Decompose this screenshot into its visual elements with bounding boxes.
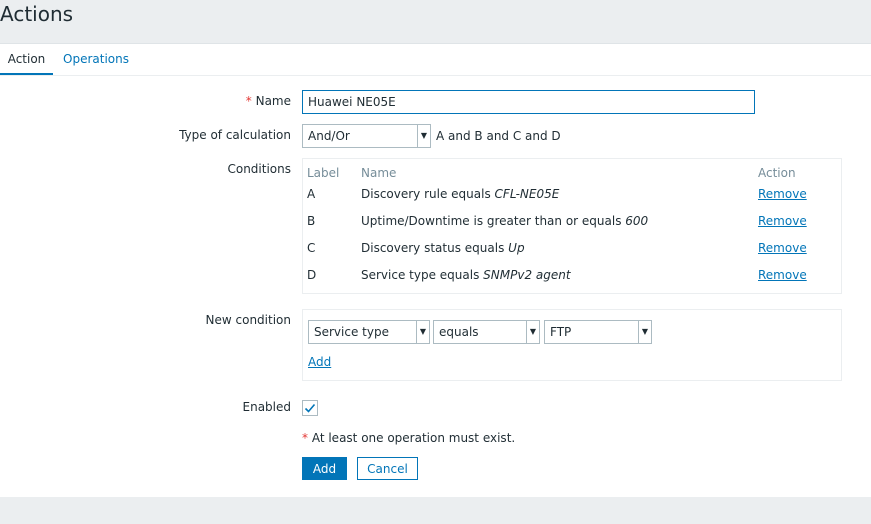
add-button[interactable]: Add xyxy=(302,457,347,480)
page-title: Actions xyxy=(0,2,74,26)
calc-select[interactable]: And/Or ▼ xyxy=(302,124,431,148)
condition-type-select[interactable]: Service type ▼ xyxy=(308,320,430,344)
required-mark: * xyxy=(302,431,308,445)
calc-formula: A and B and C and D xyxy=(436,129,561,143)
condition-operator-select[interactable]: equals ▼ xyxy=(433,320,540,344)
condition-b-remove[interactable]: Remove xyxy=(758,213,807,229)
conditions-header-name: Name xyxy=(361,166,397,180)
tab-action[interactable]: Action xyxy=(0,44,53,75)
new-condition-label: New condition xyxy=(205,313,291,327)
calc-label: Type of calculation xyxy=(179,128,291,142)
operation-required-note: * At least one operation must exist. xyxy=(302,430,515,446)
condition-operator-value: equals xyxy=(439,325,479,339)
required-mark: * xyxy=(245,94,252,108)
conditions-header-action: Action xyxy=(758,166,796,180)
condition-b-label: B xyxy=(307,214,316,228)
condition-c-name: Discovery status equals Up xyxy=(361,241,525,255)
note-text: At least one operation must exist. xyxy=(311,431,516,445)
tab-bar: Action Operations xyxy=(0,44,871,76)
condition-type-value: Service type xyxy=(314,325,389,339)
calc-select-value: And/Or xyxy=(308,129,350,143)
cancel-button[interactable]: Cancel xyxy=(357,457,418,480)
tab-operations[interactable]: Operations xyxy=(63,44,129,73)
condition-c-label: C xyxy=(307,241,316,255)
condition-a-remove[interactable]: Remove xyxy=(758,186,807,202)
dropdown-arrow-icon: ▼ xyxy=(416,321,429,343)
name-label-text: Name xyxy=(255,94,291,108)
conditions-header-label: Label xyxy=(307,166,340,180)
dropdown-arrow-icon: ▼ xyxy=(417,125,430,147)
checkmark-icon xyxy=(304,403,316,413)
condition-a-label: A xyxy=(307,187,316,201)
name-input[interactable] xyxy=(302,90,755,114)
condition-c-remove[interactable]: Remove xyxy=(758,240,807,256)
enabled-checkbox[interactable] xyxy=(302,400,318,416)
condition-a-name: Discovery rule equals CFL-NE05E xyxy=(361,187,560,201)
condition-b-name: Uptime/Downtime is greater than or equal… xyxy=(361,214,649,228)
condition-value-value: FTP xyxy=(550,325,572,339)
dropdown-arrow-icon: ▼ xyxy=(526,321,539,343)
condition-value-select[interactable]: FTP ▼ xyxy=(544,320,652,344)
add-condition-link[interactable]: Add xyxy=(308,354,331,370)
page-header: Actions xyxy=(0,0,871,38)
name-label: * Name xyxy=(246,94,291,108)
enabled-label: Enabled xyxy=(242,400,292,414)
condition-d-remove[interactable]: Remove xyxy=(758,267,807,283)
condition-d-name: Service type equals SNMPv2 agent xyxy=(361,268,571,282)
condition-d-label: D xyxy=(307,268,317,282)
dropdown-arrow-icon: ▼ xyxy=(638,321,651,343)
conditions-label: Conditions xyxy=(227,162,291,176)
